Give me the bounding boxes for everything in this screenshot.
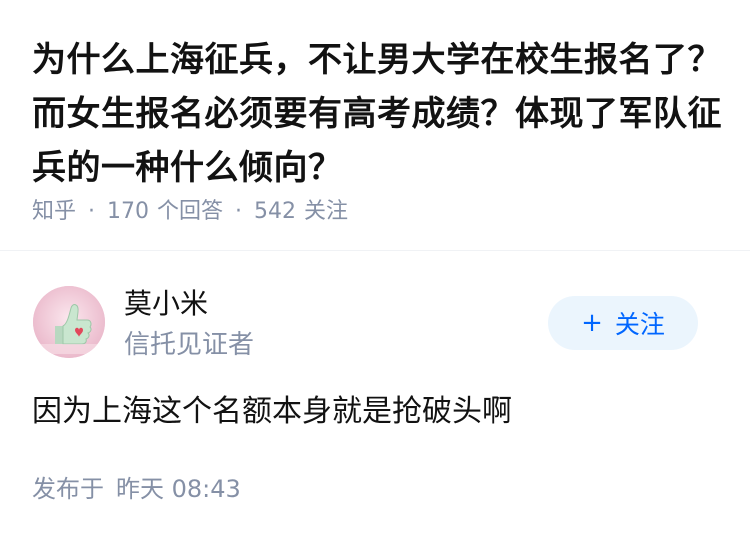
question-meta: 知乎 · 170 个回答 · 542 关注 bbox=[32, 196, 348, 228]
question-header: 为什么上海征兵，不让男大学在校生报名了？而女生报名必须要有高考成绩？体现了军队征… bbox=[32, 33, 722, 195]
author-avatar[interactable] bbox=[33, 286, 105, 358]
follow-button[interactable]: + 关注 bbox=[548, 296, 698, 350]
answer-count-label: 个回答 bbox=[157, 199, 224, 224]
published-label: 发布于 bbox=[32, 475, 104, 503]
follower-count-label: 关注 bbox=[304, 199, 349, 224]
question-title[interactable]: 为什么上海征兵，不让男大学在校生报名了？而女生报名必须要有高考成绩？体现了军队征… bbox=[32, 33, 722, 195]
meta-separator: · bbox=[235, 199, 243, 224]
answer-content[interactable]: 因为上海这个名额本身就是抢破头啊 bbox=[32, 392, 512, 432]
follow-button-label: 关注 bbox=[614, 310, 665, 339]
meta-separator: · bbox=[88, 199, 96, 224]
plus-icon: + bbox=[581, 308, 603, 338]
follower-count: 542 bbox=[254, 199, 297, 224]
source-label[interactable]: 知乎 bbox=[32, 199, 76, 224]
author-name[interactable]: 莫小米 bbox=[124, 286, 208, 322]
thumbs-up-heart-avatar-icon bbox=[33, 286, 105, 358]
section-divider bbox=[0, 250, 750, 251]
answer-timestamp: 发布于 昨天 08:43 bbox=[32, 473, 241, 505]
author-headline: 信托见证者 bbox=[124, 330, 255, 360]
answer-count: 170 bbox=[107, 199, 150, 224]
published-time: 昨天 08:43 bbox=[116, 475, 241, 503]
answer-page: 为什么上海征兵，不让男大学在校生报名了？而女生报名必须要有高考成绩？体现了军队征… bbox=[0, 0, 750, 540]
